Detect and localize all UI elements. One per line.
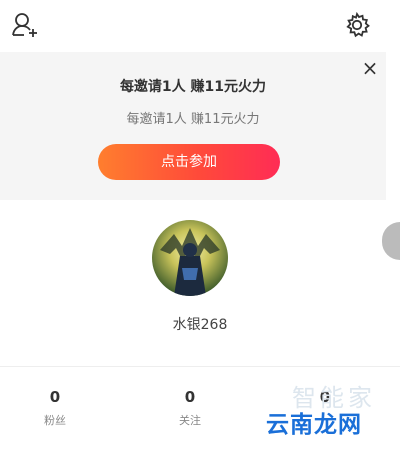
stat-fans-label: 粉丝 — [44, 414, 66, 427]
banner-subtitle: 每邀请1人 赚11元火力 — [126, 112, 260, 127]
watermark-main: 云南龙网 — [266, 412, 362, 438]
stat-following[interactable]: 0 关注 — [135, 388, 245, 428]
join-button[interactable]: 点击参加 — [98, 144, 280, 180]
stat-following-count: 0 — [184, 388, 196, 406]
username: 水银268 — [172, 317, 228, 333]
divider — [0, 366, 400, 367]
add-friend-button[interactable] — [10, 10, 40, 40]
banner-title: 每邀请1人 赚11元火力 — [119, 79, 267, 95]
add-user-icon — [12, 13, 37, 37]
settings-button[interactable] — [342, 10, 372, 40]
close-banner-button[interactable]: × — [360, 58, 380, 78]
gear-icon — [346, 11, 370, 38]
avatar[interactable] — [152, 220, 228, 296]
avatar-image — [152, 220, 228, 296]
stat-fans-count: 0 — [49, 388, 61, 406]
invite-banner: × 每邀请1人 赚11元火力 每邀请1人 赚11元火力 点击参加 — [0, 52, 386, 200]
stat-following-label: 关注 — [179, 414, 201, 427]
top-bar — [0, 0, 400, 52]
side-tab-handle[interactable] — [382, 222, 400, 260]
stat-fans[interactable]: 0 粉丝 — [0, 388, 110, 428]
